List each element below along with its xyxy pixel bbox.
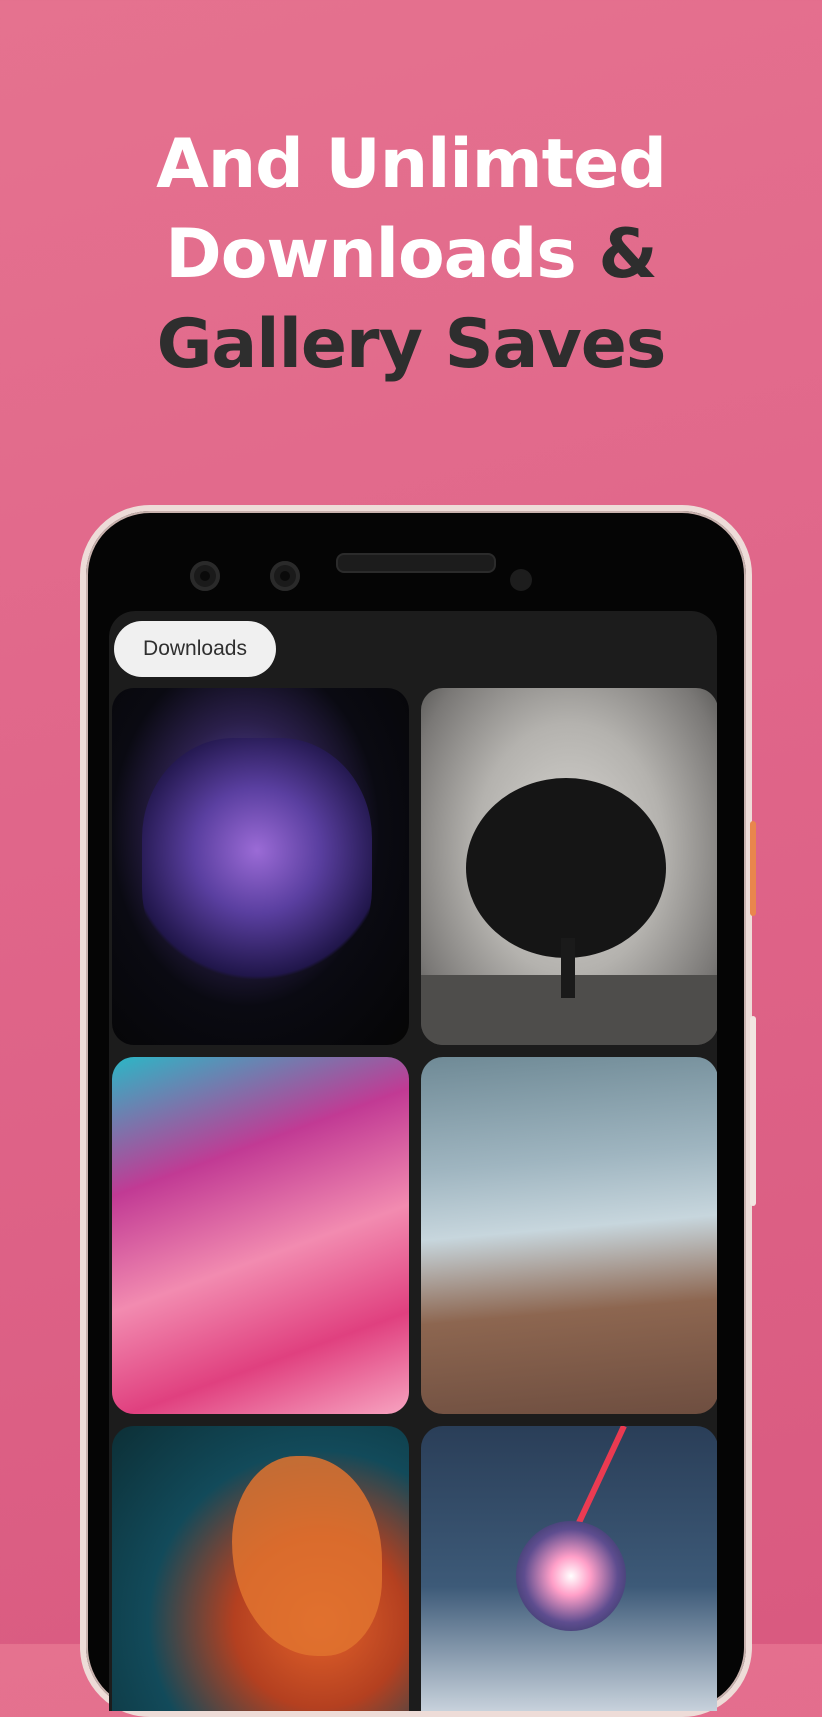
proximity-sensor [510, 569, 532, 591]
phone-mockup: Downloads [80, 505, 756, 1717]
headline-line-1: And Unlimted [156, 125, 667, 204]
wallpaper-tile-pink-fluid[interactable] [112, 1057, 409, 1414]
headline: And Unlimted Downloads & Gallery Saves [0, 120, 822, 390]
abstract-shape [142, 738, 372, 988]
headline-line-2: Downloads & [0, 210, 822, 300]
wallpaper-tile-tree[interactable] [421, 688, 717, 1045]
downloads-chip[interactable]: Downloads [114, 621, 276, 677]
wallpaper-tile-orange-fluid[interactable] [112, 1426, 409, 1711]
tree-trunk [561, 938, 575, 998]
earpiece-speaker [336, 553, 496, 573]
volume-button [750, 1016, 756, 1206]
headline-line-3: Gallery Saves [156, 305, 667, 384]
headline-downloads: Downloads [165, 215, 576, 294]
glowing-orb [516, 1521, 626, 1631]
wallpaper-tile-orb[interactable] [421, 1426, 717, 1711]
wallpaper-tile-abstract-purple[interactable] [112, 688, 409, 1045]
front-sensor-icon [270, 561, 300, 591]
tree-canopy [466, 778, 666, 958]
app-screen: Downloads [109, 611, 717, 1711]
fire-blob [232, 1456, 382, 1656]
headline-ampersand: & [598, 215, 657, 294]
front-camera-icon [190, 561, 220, 591]
power-button [750, 821, 756, 916]
wallpaper-tile-canyon[interactable] [421, 1057, 717, 1414]
